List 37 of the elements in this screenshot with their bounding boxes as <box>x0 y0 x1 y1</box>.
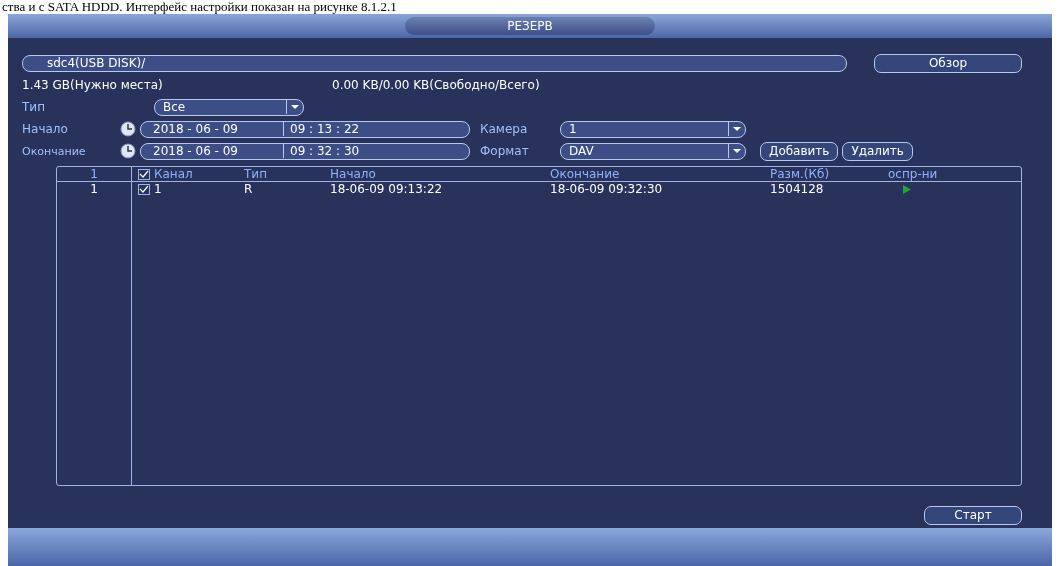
delete-button[interactable]: Удалить <box>842 141 913 161</box>
camera-label: Камера <box>480 122 529 136</box>
window-title: РЕЗЕРВ <box>405 17 655 35</box>
clock-icon[interactable] <box>120 143 136 159</box>
table-cell-text: 18-06-09 09:13:22 <box>330 182 444 196</box>
table-cell-text: R <box>244 182 254 196</box>
path-field[interactable]: sdc4(USB DISK)/ <box>22 54 847 72</box>
column-header: Канал <box>154 167 194 181</box>
play-icon[interactable] <box>902 183 912 195</box>
add-button[interactable]: Добавить <box>760 141 839 161</box>
column-header: 1 <box>57 167 132 181</box>
clock-icon[interactable] <box>120 121 136 137</box>
column-header: Тип <box>244 167 268 181</box>
start-button[interactable]: Старт <box>924 505 1022 525</box>
document-caption: ства и с SATA HDDD. Интерфейс настройки показан на рисунке 8.1.2.1 <box>1 0 398 14</box>
start-datetime-field[interactable]: 2018 - 06 - 09 09 : 13 : 22 <box>140 120 470 138</box>
column-header: оспр-ни <box>888 167 939 181</box>
browse-button[interactable]: Обзор <box>874 53 1022 73</box>
table-cell-text: 18-06-09 09:32:30 <box>550 182 664 196</box>
type-dropdown[interactable]: Все <box>154 98 304 116</box>
column-header: Разм.(Кб) <box>770 167 831 181</box>
table-cell-text: 1504128 <box>770 182 825 196</box>
camera-dropdown[interactable]: 1 <box>560 120 746 138</box>
format-dropdown[interactable]: DAV <box>560 142 746 160</box>
start-label: Начало <box>22 122 69 136</box>
needed-space-text: 1.43 GB(Нужно места) <box>22 78 164 92</box>
checkbox[interactable] <box>138 168 150 180</box>
format-label: Формат <box>480 144 530 158</box>
checkbox[interactable] <box>138 183 150 195</box>
column-header: Начало <box>330 167 377 181</box>
type-label: Тип <box>22 100 46 114</box>
end-label: Окончание <box>22 144 87 158</box>
free-space-text: 0.00 KB/0.00 KB(Свободно/Всего) <box>332 78 540 92</box>
table-cell-text: 1 <box>154 182 163 196</box>
table-cell: 1 <box>57 182 132 196</box>
column-header: Окончание <box>550 167 621 181</box>
end-datetime-field[interactable]: 2018 - 06 - 09 09 : 32 : 30 <box>140 142 470 160</box>
